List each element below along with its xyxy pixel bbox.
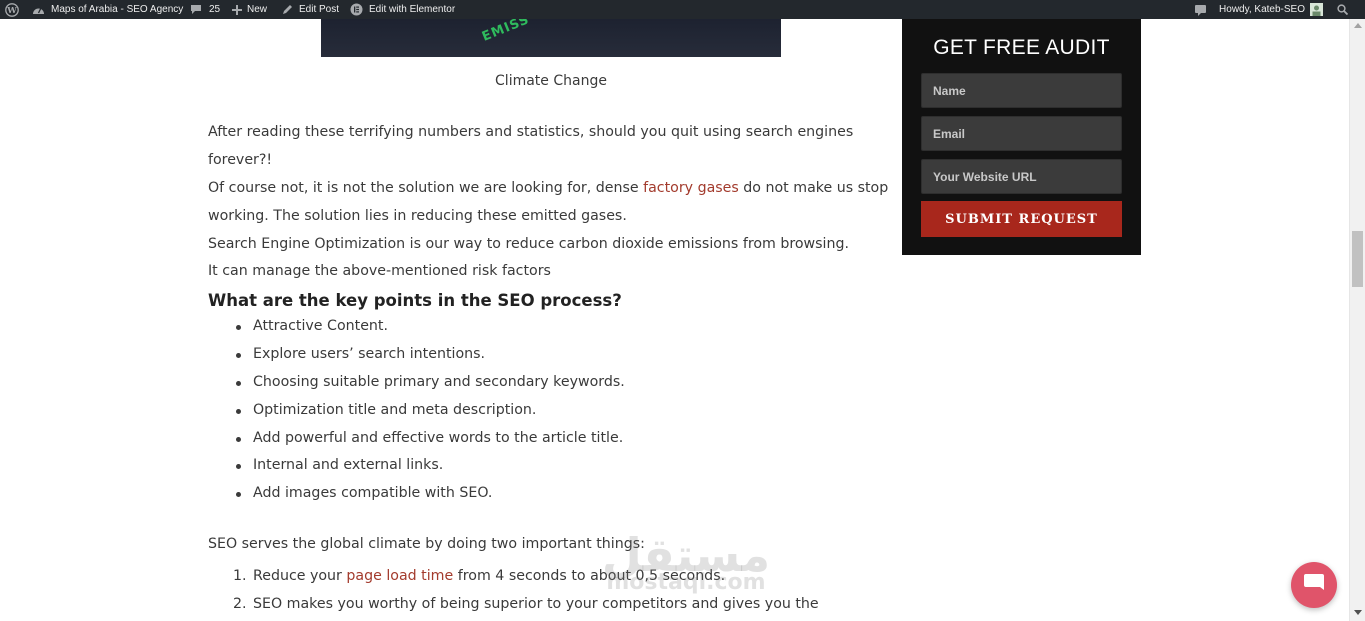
scroll-down-arrow-icon[interactable] — [1354, 610, 1362, 615]
list-item: Optimization title and meta description. — [236, 397, 625, 425]
seo-key-points-list: Attractive Content. Explore users’ searc… — [236, 313, 625, 508]
list-item: Internal and external links. — [236, 452, 625, 480]
list-item: Explore users’ search intentions. — [236, 341, 625, 369]
comments-count: 25 — [209, 4, 221, 15]
avatar — [1310, 3, 1323, 16]
list-item: Choosing suitable primary and secondary … — [236, 369, 625, 397]
section-heading: What are the key points in the SEO proce… — [208, 291, 622, 310]
notification-icon[interactable] — [1194, 0, 1207, 19]
paragraph: After reading these terrifying numbers a… — [208, 124, 854, 168]
comment-icon — [190, 4, 202, 15]
comments-menu[interactable]: 25 — [190, 0, 220, 19]
factory-gases-link[interactable]: factory gases — [643, 180, 739, 196]
elementor-icon — [350, 3, 363, 16]
website-url-field[interactable] — [921, 159, 1122, 194]
list-item: 2. SEO makes you worthy of being superior… — [233, 595, 819, 612]
climate-benefits-list: 1. Reduce your page load time from 4 seco… — [233, 563, 819, 619]
paragraph: SEO serves the global climate by doing t… — [208, 536, 645, 552]
list-item: Add images compatible with SEO. — [236, 480, 625, 508]
plus-icon — [232, 4, 242, 15]
site-name-menu[interactable]: Maps of Arabia - SEO Agency — [32, 0, 183, 19]
pencil-icon — [282, 4, 293, 15]
wordpress-logo-icon[interactable]: W — [5, 0, 19, 19]
site-name-label: Maps of Arabia - SEO Agency — [51, 4, 184, 15]
edit-with-elementor-link[interactable]: Edit with Elementor — [350, 0, 455, 19]
user-account-menu[interactable]: Howdy, Kateb-SEO — [1219, 0, 1323, 19]
audit-title: GET FREE AUDIT — [933, 36, 1110, 59]
edit-post-link[interactable]: Edit Post — [282, 0, 339, 19]
list-item: Add powerful and effective words to the … — [236, 425, 625, 453]
name-field[interactable] — [921, 73, 1122, 108]
dashboard-icon — [32, 4, 45, 15]
search-icon[interactable] — [1337, 0, 1348, 19]
page-scrollbar[interactable] — [1349, 19, 1365, 621]
list-item: Attractive Content. — [236, 313, 625, 341]
scroll-up-arrow-icon[interactable] — [1354, 23, 1362, 28]
chat-bubble-icon — [1302, 572, 1326, 598]
svg-text:W: W — [6, 6, 17, 16]
paragraph: Search Engine Optimization is our way to… — [208, 236, 850, 252]
image-overlay-text: EMISS — [480, 19, 532, 45]
email-field[interactable] — [921, 116, 1122, 151]
free-audit-widget: GET FREE AUDIT SUBMIT REQUEST — [902, 19, 1141, 255]
paragraph: It can manage the above-mentioned risk f… — [208, 263, 551, 279]
new-content-menu[interactable]: New — [232, 0, 267, 19]
article-image: EMISS — [321, 19, 781, 57]
submit-request-button[interactable]: SUBMIT REQUEST — [921, 201, 1122, 237]
wp-admin-bar: W Maps of Arabia - SEO Agency 25 New Edi… — [0, 0, 1365, 19]
elementor-label: Edit with Elementor — [369, 4, 456, 15]
howdy-label: Howdy, Kateb-SEO — [1219, 4, 1305, 15]
scrollbar-thumb[interactable] — [1352, 231, 1363, 287]
list-item: 1. Reduce your page load time from 4 seco… — [233, 568, 726, 584]
page-load-time-link[interactable]: page load time — [346, 568, 453, 584]
paragraph: Of course not, it is not the solution we… — [208, 180, 889, 224]
image-caption: Climate Change — [495, 73, 607, 89]
edit-post-label: Edit Post — [299, 4, 340, 15]
chat-button[interactable] — [1291, 562, 1337, 608]
new-label: New — [247, 4, 268, 15]
